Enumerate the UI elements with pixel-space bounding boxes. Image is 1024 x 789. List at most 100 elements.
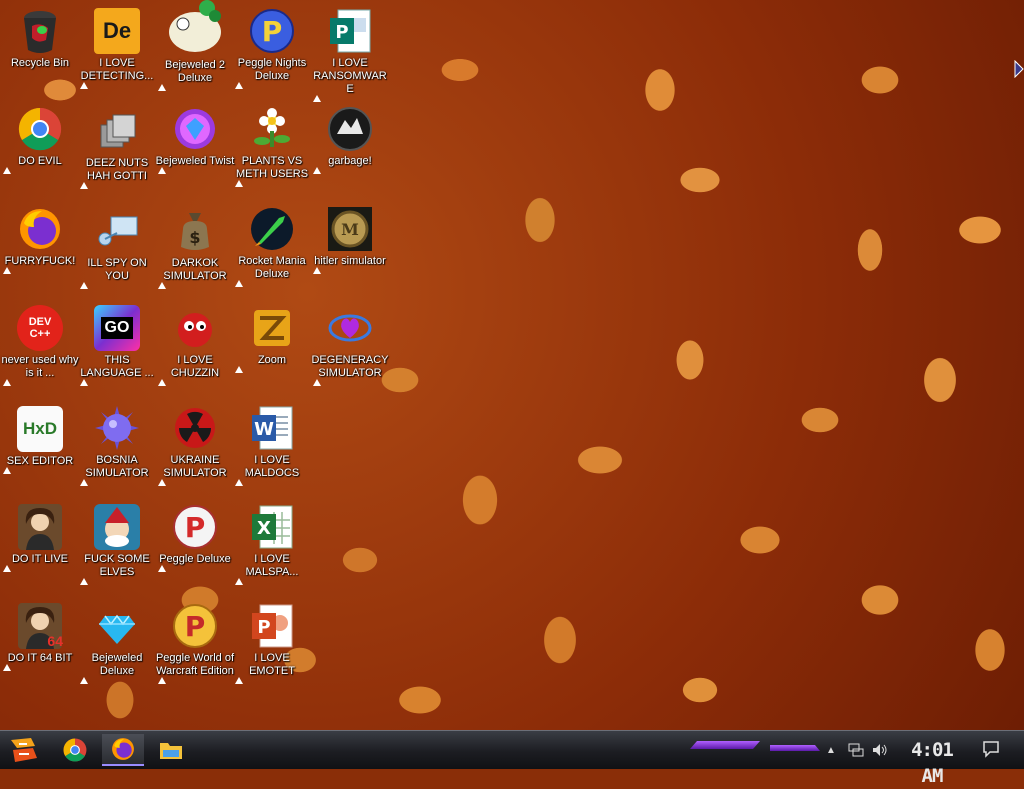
desktop-icon-label: I LOVE MALSPA... — [245, 553, 299, 578]
notifications-icon[interactable] — [982, 740, 1000, 763]
desktop-icon-recycle-bin[interactable]: Recycle Bin — [0, 8, 80, 70]
twist-gem-icon — [172, 106, 218, 152]
desktop-icon-label: SEX EDITOR — [6, 455, 74, 467]
shortcut-arrow-icon — [235, 479, 243, 486]
desktop-icon-i-love-chuzzin[interactable]: I LOVE CHUZZIN — [155, 305, 235, 386]
desktop-icon-label: Peggle World of Warcraft Edition — [155, 652, 235, 677]
desktop-icon-label: DO IT 64 BIT — [7, 652, 73, 664]
desktop-icon-label: garbage! — [328, 155, 372, 167]
shortcut-arrow-icon — [235, 280, 243, 287]
start-button[interactable] — [4, 734, 44, 766]
network-monitor-icon — [94, 208, 140, 254]
plants-icon — [249, 106, 295, 152]
taskbar-clock[interactable]: 4:01 AM — [900, 737, 964, 787]
peggle-icon: P — [172, 504, 218, 550]
recycle-bin-icon — [17, 8, 63, 54]
desktop-icon-darkok-simulator[interactable]: $ DARKOK SIMULATOR — [155, 208, 235, 289]
desktop-icon-i-love-emotet[interactable]: P I LOVE EMOTET — [232, 603, 312, 684]
desktop-icon-label: I LOVE MALDOCS — [244, 454, 300, 479]
shortcut-arrow-icon — [158, 479, 166, 486]
shortcut-arrow-icon — [235, 578, 243, 585]
desktop-icon-zoom[interactable]: Zoom — [232, 305, 312, 373]
desktop-icon-i-love-maldocs[interactable]: W I LOVE MALDOCS — [232, 405, 312, 486]
desktop-icon-label: FUCK SOME ELVES — [84, 553, 150, 578]
desktop-icon-plants-vs-meth[interactable]: PLANTS VS METH USERS — [232, 106, 312, 187]
shortcut-arrow-icon — [80, 578, 88, 585]
desktop-icon-label: Recycle Bin — [10, 57, 70, 69]
volume-icon[interactable] — [872, 743, 888, 757]
paradox-icon — [327, 106, 373, 152]
shortcut-arrow-icon — [158, 677, 166, 684]
peggle-nights-icon: P — [249, 8, 295, 54]
desktop-icon-label: DEGENERACY SIMULATOR — [311, 354, 389, 379]
svg-text:P: P — [262, 15, 283, 48]
desktop-icon-label: Zoom — [257, 354, 287, 366]
desktop-icon-bejeweled-deluxe[interactable]: Bejeweled Deluxe — [77, 603, 157, 684]
desktop-icon-deez-nuts[interactable]: DEEZ NUTS HAH GOTTI — [77, 108, 157, 189]
stacked-windows-icon — [94, 108, 140, 154]
desktop-icon-peggle-nights[interactable]: P Peggle Nights Deluxe — [232, 8, 312, 89]
chuzzle-icon — [172, 305, 218, 351]
desktop-icon-label: never used why is it ... — [1, 354, 79, 379]
shortcut-arrow-icon — [80, 379, 88, 386]
desktop-icon-i-love-ransomware[interactable]: P I LOVE RANSOMWARE — [310, 8, 390, 102]
word-icon: W — [249, 405, 295, 451]
taskbar-decoration — [770, 745, 820, 751]
hex-editor-icon: HxD — [17, 406, 63, 452]
desktop-icon-label: Rocket Mania Deluxe — [238, 255, 306, 280]
desktop-icon-bosnia-simulator[interactable]: BOSNIA SIMULATOR — [77, 405, 157, 486]
shortcut-arrow-icon — [313, 267, 321, 274]
shortcut-arrow-icon — [3, 167, 11, 174]
shortcut-arrow-icon — [235, 82, 243, 89]
file-explorer-icon — [160, 743, 182, 759]
desktop-icon-ill-spy-on-you[interactable]: ILL SPY ON YOU — [77, 208, 157, 289]
desktop-icon-label: UKRAINE SIMULATOR — [163, 454, 227, 479]
show-hidden-icons-chevron-icon[interactable]: ▲ — [826, 745, 836, 756]
desktop-icon-bejeweled-twist[interactable]: Bejeweled Twist — [155, 106, 235, 174]
zoom-icon — [249, 305, 295, 351]
shortcut-arrow-icon — [158, 565, 166, 572]
taskbar: ▲ 4:01 AM — [0, 730, 1024, 787]
desktop-icon-fuck-some-elves[interactable]: FUCK SOME ELVES — [77, 504, 157, 585]
desktop-icon-rocket-mania[interactable]: Rocket Mania Deluxe — [232, 206, 312, 287]
desktop-icon-label: hitler simulator — [314, 255, 386, 267]
excel-icon: X — [249, 504, 295, 550]
desktop-icon-do-evil[interactable]: DO EVIL — [0, 106, 80, 174]
desktop-icon-i-love-malspa[interactable]: X I LOVE MALSPA... — [232, 504, 312, 585]
start-icon — [11, 738, 37, 762]
desktop-icon-bejeweled-2[interactable]: Bejeweled 2 Deluxe — [155, 0, 235, 91]
publisher-icon: P — [327, 8, 373, 54]
desktop-icon-label: DARKOK SIMULATOR — [163, 257, 227, 282]
desktop-icon-furryfuck[interactable]: FURRYFUCK! — [0, 206, 80, 274]
firefox-icon — [112, 738, 134, 760]
svg-text:$: $ — [189, 228, 200, 247]
desktop-icon-do-it-64-bit[interactable]: 64 DO IT 64 BIT — [0, 603, 80, 671]
desktop-icon-i-love-detecting[interactable]: De I LOVE DETECTING... — [77, 8, 157, 89]
taskbar-decoration — [690, 741, 760, 749]
desktop-icon-label: I LOVE DETECTING... — [80, 57, 154, 82]
chrome-icon — [63, 738, 87, 762]
desktop-icon-peggle-deluxe[interactable]: P Peggle Deluxe — [155, 504, 235, 572]
desktop-icon-this-language[interactable]: GO THIS LANGUAGE ... — [77, 305, 157, 386]
desktop-icon-hitler-simulator[interactable]: M hitler simulator — [310, 206, 390, 274]
desktop-icon-do-it-live[interactable]: DO IT LIVE — [0, 504, 80, 572]
taskbar-chrome-button[interactable] — [54, 734, 96, 766]
portrait-icon — [17, 504, 63, 550]
desktop-icon-never-used[interactable]: DEV C++ never used why is it ... — [0, 305, 80, 386]
taskbar-firefox-button[interactable] — [102, 734, 144, 766]
shortcut-arrow-icon — [3, 379, 11, 386]
radiation-icon — [172, 405, 218, 451]
shortcut-arrow-icon — [158, 379, 166, 386]
desktop-icon-degeneracy-simulator[interactable]: DEGENERACY SIMULATOR — [310, 305, 390, 386]
desktop-icon-label: Bejeweled 2 Deluxe — [165, 59, 225, 84]
cursor-arrow-icon — [1014, 59, 1024, 83]
peggle-wow-icon: P — [172, 603, 218, 649]
desktop-icon-sex-editor[interactable]: HxD SEX EDITOR — [0, 406, 80, 474]
desktop-icon-ukraine-simulator[interactable]: UKRAINE SIMULATOR — [155, 405, 235, 486]
taskbar-file-explorer-button[interactable] — [150, 734, 192, 766]
shortcut-arrow-icon — [80, 282, 88, 289]
desktop-icon-peggle-wow[interactable]: P Peggle World of Warcraft Edition — [155, 603, 235, 684]
desktop-icon-garbage[interactable]: garbage! — [310, 106, 390, 174]
shortcut-arrow-icon — [3, 467, 11, 474]
network-icon[interactable] — [848, 743, 864, 757]
